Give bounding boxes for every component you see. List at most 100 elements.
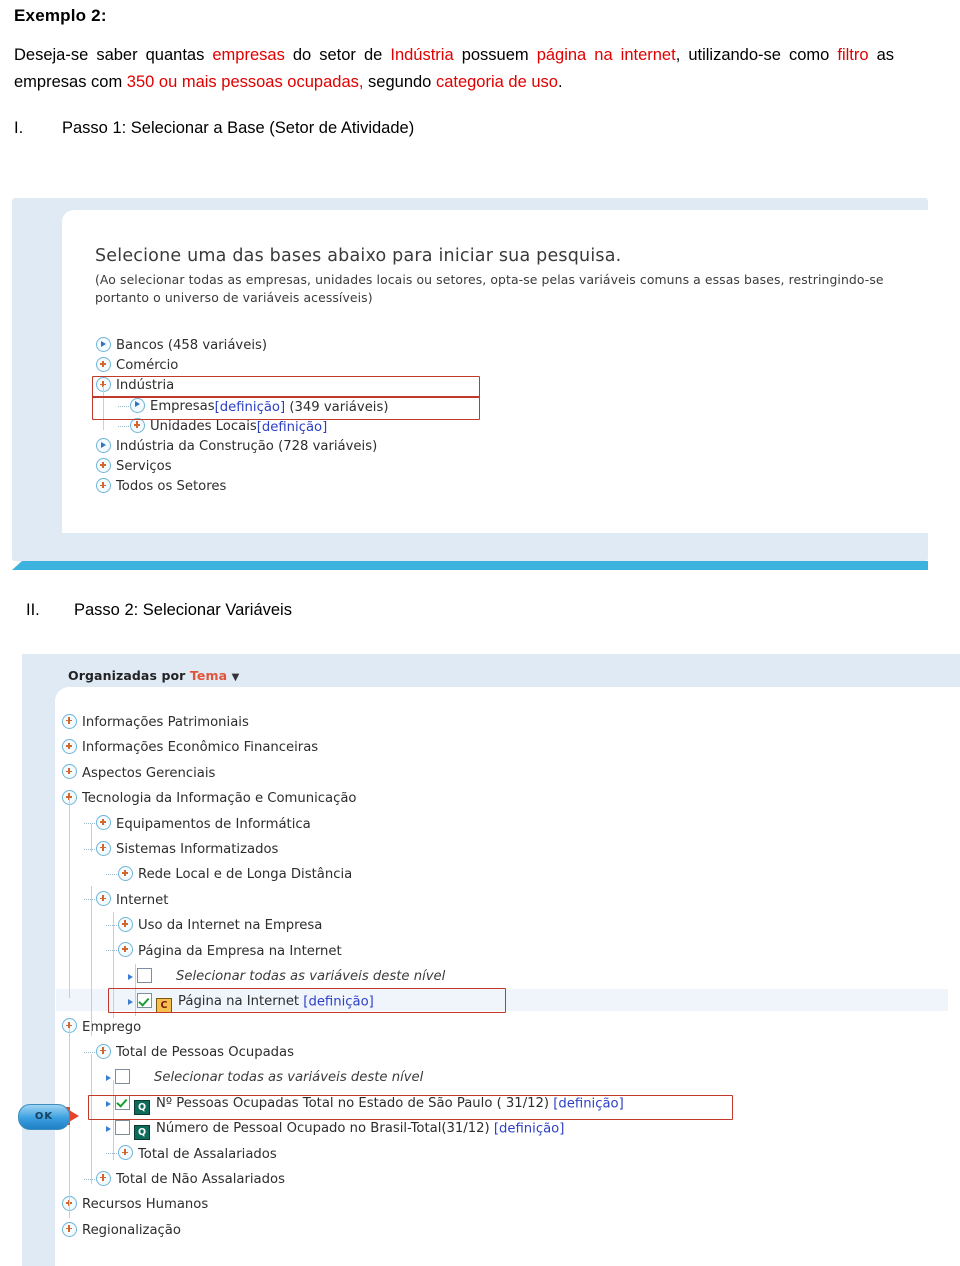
plus-icon[interactable] — [96, 458, 111, 474]
tree-row-rede-local-e-de-longa-distancia[interactable]: Rede Local e de Longa Distância — [62, 862, 942, 887]
base-selection-tree[interactable]: Bancos (458 variáveis) Comércio Indústria E… — [96, 336, 896, 498]
plus-icon[interactable] — [62, 739, 77, 755]
tree-row-industria[interactable]: Indústria — [96, 376, 896, 396]
plus-icon[interactable] — [96, 1170, 111, 1186]
plus-icon[interactable] — [118, 942, 133, 958]
tree-row-sistemas-informatizados[interactable]: Sistemas Informatizados — [62, 837, 942, 862]
tree-row-selecionar-todas-as-variaveis-deste-nivel[interactable]: Selecionar todas as variáveis deste níve… — [62, 1065, 942, 1090]
variable-selection-tree[interactable]: Informações Patrimoniais Informações Econ… — [62, 710, 942, 1243]
tree-row-internet[interactable]: Internet — [62, 888, 942, 913]
paragraph-seg-6: segundo — [363, 72, 436, 91]
definition-link[interactable]: [definição] — [215, 400, 286, 415]
tree-item-label: Bancos (458 variáveis) — [116, 338, 268, 353]
tree-row-comercio[interactable]: Comércio — [96, 356, 896, 376]
tree-row-equipamentos-de-informatica[interactable]: Equipamentos de Informática — [62, 812, 942, 837]
tree-connector — [84, 1178, 95, 1181]
tree-connector — [84, 899, 95, 901]
step-2-wrapper: II. Passo 2: Selecionar Variáveis — [12, 601, 936, 620]
step-2: II. Passo 2: Selecionar Variáveis — [26, 601, 924, 620]
definition-link[interactable]: [definição] — [494, 1122, 565, 1137]
tree-row-total-de-nao-assalariados[interactable]: Total de Não Assalariados — [62, 1167, 942, 1192]
tree-connector — [106, 950, 117, 952]
plus-icon[interactable] — [62, 713, 77, 729]
tree-row-emprego[interactable]: Emprego — [62, 1015, 942, 1040]
arrow-icon[interactable] — [130, 397, 145, 413]
plus-icon[interactable] — [96, 478, 111, 494]
tree-connector — [84, 1051, 95, 1054]
paragraph-hl-categoria-uso: categoria de uso — [435, 72, 558, 91]
tree-item-label: Indústria da Construção (728 variáveis) — [116, 438, 378, 454]
triangle-bullet-icon — [106, 1100, 111, 1107]
tree-row-numero-de-pessoal-ocupado-no-brasil-total-31-12[interactable]: Q Número de Pessoal Ocupado no Brasil-Tot… — [62, 1116, 942, 1141]
tree-row-uso-da-internet-na-empresa[interactable]: Uso da Internet na Empresa — [62, 913, 942, 938]
tree-item-label: Informações Econômico Financeiras — [82, 740, 319, 756]
tree-item-label: Regionalização — [82, 1222, 181, 1238]
plus-icon[interactable] — [62, 1221, 77, 1237]
organized-by-value[interactable]: Tema — [190, 668, 227, 683]
tree-connector — [106, 924, 117, 927]
tree-row-servicos[interactable]: Serviços — [96, 457, 896, 477]
checkbox-checked[interactable] — [137, 993, 152, 1008]
plus-icon[interactable] — [96, 357, 111, 373]
tree-row-informacoes-economico-financeiras[interactable]: Informações Econômico Financeiras — [62, 735, 942, 760]
tree-item-label: Total de Assalariados — [138, 1146, 277, 1162]
tree-row-todos-os-setores[interactable]: Todos os Setores — [96, 477, 896, 497]
tree-item-label: Comércio — [116, 358, 179, 374]
tree-row-bancos-458-variaveis[interactable]: Bancos (458 variáveis) — [96, 336, 896, 356]
arrow-icon[interactable] — [96, 337, 111, 353]
paragraph-seg-4: , utilizando-se como — [675, 46, 838, 64]
ok-button[interactable]: OK — [18, 1104, 70, 1130]
tree-item-label: Total de Não Assalariados — [116, 1172, 285, 1188]
tree-item-label: Selecionar todas as variáveis deste níve… — [154, 1070, 424, 1086]
definition-link[interactable]: [definição] — [303, 995, 374, 1010]
tree-item-label: Equipamentos de Informática — [116, 816, 311, 832]
tree-row-n-pessoas-ocupadas-total-no-estado-de-sao-paulo-[interactable]: Q Nº Pessoas Ocupadas Total no Estado de … — [62, 1091, 942, 1116]
page-title: Exemplo 2: — [14, 6, 107, 25]
tree-row-aspectos-gerenciais[interactable]: Aspectos Gerenciais — [62, 761, 942, 786]
triangle-bullet-icon — [106, 1125, 111, 1132]
plus-icon[interactable] — [118, 866, 133, 882]
paragraph-hl-industria: Indústria — [390, 46, 454, 64]
triangle-bullet-icon — [128, 973, 133, 980]
tree-vertical-connector — [91, 1054, 92, 1184]
checkbox-unchecked[interactable] — [115, 1069, 130, 1085]
tree-row-recursos-humanos[interactable]: Recursos Humanos — [62, 1192, 942, 1217]
plus-icon[interactable] — [96, 891, 111, 907]
tree-row-selecionar-todas-as-variaveis-deste-nivel[interactable]: Selecionar todas as variáveis deste níve… — [62, 964, 942, 989]
tree-row-total-de-pessoas-ocupadas[interactable]: Total de Pessoas Ocupadas — [62, 1040, 942, 1065]
plus-icon[interactable] — [96, 1043, 111, 1059]
tree-item-label: Rede Local e de Longa Distância — [138, 867, 353, 883]
plus-icon[interactable] — [96, 815, 111, 831]
tree-item-label: Empresas — [150, 398, 215, 414]
checkbox-checked[interactable] — [115, 1094, 130, 1110]
checkbox-unchecked[interactable] — [137, 967, 152, 983]
tree-vertical-connector — [113, 912, 114, 940]
tree-row-total-de-assalariados[interactable]: Total de Assalariados — [62, 1142, 942, 1167]
arrow-icon[interactable] — [96, 438, 111, 454]
tree-row-pagina-na-internet[interactable]: C Página na Internet [definição] — [62, 989, 942, 1014]
triangle-bullet-icon — [128, 999, 133, 1005]
plus-icon[interactable] — [62, 764, 77, 780]
plus-icon[interactable] — [96, 840, 111, 856]
definition-link[interactable]: [definição] — [553, 1097, 624, 1112]
organized-by-selector[interactable]: Organizadas por Tema ▼ — [68, 668, 239, 683]
plus-icon[interactable] — [118, 1145, 133, 1161]
plus-icon[interactable] — [118, 916, 133, 932]
tree-row-industria-da-construcao-728-variaveis[interactable]: Indústria da Construção (728 variáveis) — [96, 437, 896, 457]
tree-row-tecnologia-da-informacao-e-comunicacao[interactable]: Tecnologia da Informação e Comunicação — [62, 786, 942, 811]
tree-item-label: Total de Pessoas Ocupadas — [116, 1045, 294, 1061]
plus-icon[interactable] — [130, 417, 145, 433]
chevron-down-icon[interactable]: ▼ — [232, 672, 240, 683]
tree-item-label: Selecionar todas as variáveis deste níve… — [176, 968, 446, 984]
tree-row-informacoes-patrimoniais[interactable]: Informações Patrimoniais — [62, 710, 942, 735]
tree-vertical-connector — [113, 1080, 114, 1160]
ok-button-group[interactable]: OK — [18, 1104, 88, 1134]
tree-row-regionalizacao[interactable]: Regionalização — [62, 1218, 942, 1243]
panel-1-accent-bar — [22, 561, 928, 570]
tree-row-empresas[interactable]: Empresas[definição] (349 variáveis) — [96, 397, 896, 417]
tree-row-unidades-locais[interactable]: Unidades Locais[definição] — [96, 417, 896, 437]
tree-item-label: Página da Empresa na Internet — [138, 943, 342, 959]
tree-row-pagina-da-empresa-na-internet[interactable]: Página da Empresa na Internet — [62, 939, 942, 964]
checkbox-unchecked[interactable] — [115, 1119, 130, 1135]
definition-link[interactable]: [definição] — [257, 420, 328, 435]
